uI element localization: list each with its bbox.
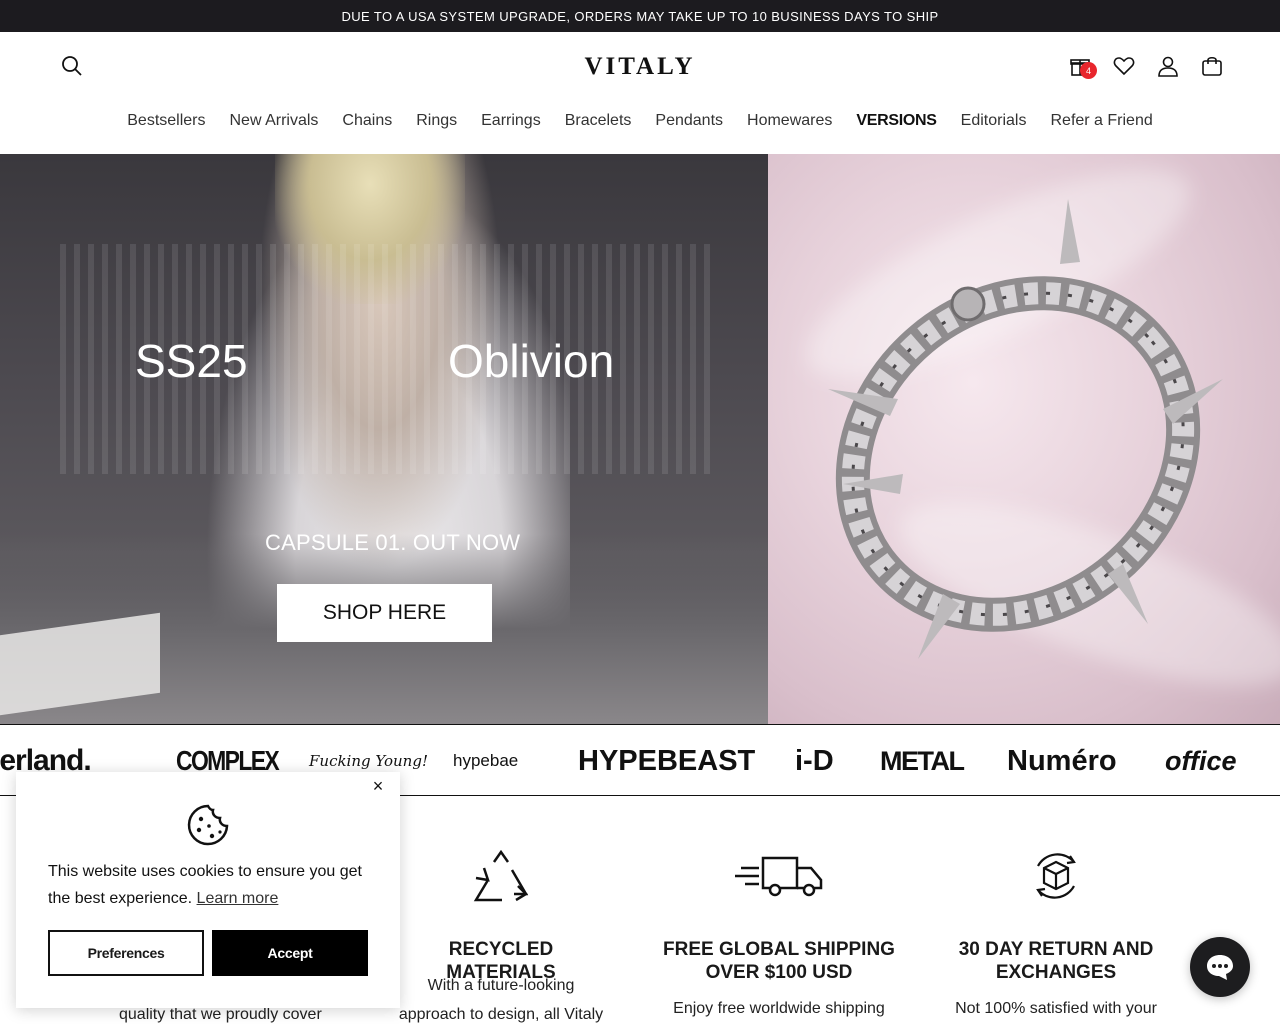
nav-item-homewares[interactable]: Homewares xyxy=(735,108,844,134)
hero-tagline: CAPSULE 01. OUT NOW xyxy=(265,530,521,555)
nav-item-bestsellers[interactable]: Bestsellers xyxy=(115,108,217,134)
nav-item-editorials[interactable]: Editorials xyxy=(949,108,1039,134)
hero-season: SS25 xyxy=(135,335,248,387)
press-logo-hypebae: hypebae xyxy=(453,751,519,770)
site-logo[interactable]: VITALY xyxy=(575,50,705,84)
box-return-icon xyxy=(1036,853,1076,899)
chat-icon xyxy=(1207,955,1233,980)
site-header: VITALY 4 Bestsellers New Arrivals Chains… xyxy=(0,32,1280,154)
account-icon[interactable] xyxy=(1155,53,1181,79)
feature-text: approach to design, all Vitaly xyxy=(398,1006,604,1023)
cart-icon[interactable] xyxy=(1199,53,1225,79)
feature-text: Not 100% satisfied with your xyxy=(955,1000,1157,1017)
feature-title: FREE GLOBAL SHIPPING OVER $100 USD xyxy=(663,939,895,983)
feature-text: With a future-looking xyxy=(427,977,575,994)
main-nav: Bestsellers New Arrivals Chains Rings Ea… xyxy=(0,108,1280,134)
hero-product-image[interactable] xyxy=(768,154,1280,724)
truck-icon xyxy=(735,856,823,897)
gift-count-badge: 4 xyxy=(1080,62,1097,79)
feature-title: 30 DAY RETURN AND EXCHANGES xyxy=(958,939,1154,983)
nav-item-new-arrivals[interactable]: New Arrivals xyxy=(218,108,331,134)
shop-here-button[interactable]: SHOP HERE xyxy=(277,584,492,642)
search-icon[interactable] xyxy=(59,53,85,79)
close-icon[interactable]: × xyxy=(368,776,388,796)
nav-item-refer-a-friend[interactable]: Refer a Friend xyxy=(1038,108,1164,134)
press-logo-metal: METAL xyxy=(880,746,965,776)
nav-item-earrings[interactable]: Earrings xyxy=(469,108,553,134)
hero-campaign-image[interactable]: SS25 Oblivion CAPSULE 01. OUT NOW SHOP H… xyxy=(0,154,768,724)
nav-item-rings[interactable]: Rings xyxy=(404,108,469,134)
hero-collection: Oblivion xyxy=(448,335,615,387)
accept-button[interactable]: Accept xyxy=(212,930,368,976)
hero-banner: SS25 Oblivion CAPSULE 01. OUT NOW SHOP H… xyxy=(0,154,1280,724)
cookie-message: This website uses cookies to ensure you … xyxy=(48,858,378,912)
feature-text: Enjoy free worldwide shipping xyxy=(673,1000,885,1017)
nav-item-versions[interactable]: VERSIONS xyxy=(844,108,948,134)
recycle-icon xyxy=(473,850,529,902)
preferences-button[interactable]: Preferences xyxy=(48,930,204,976)
learn-more-link[interactable]: Learn more xyxy=(197,890,279,907)
nav-item-bracelets[interactable]: Bracelets xyxy=(553,108,644,134)
announcement-text: DUE TO A USA SYSTEM UPGRADE, ORDERS MAY … xyxy=(341,8,939,24)
press-logo-numero: Numéro xyxy=(1007,745,1117,777)
nav-item-pendants[interactable]: Pendants xyxy=(643,108,735,134)
heart-icon[interactable] xyxy=(1111,53,1137,79)
chat-launcher-button[interactable] xyxy=(1190,937,1250,997)
announcement-bar: DUE TO A USA SYSTEM UPGRADE, ORDERS MAY … xyxy=(0,0,1280,32)
nav-item-chains[interactable]: Chains xyxy=(330,108,404,134)
cookie-banner: × This website uses cookies to ensure yo… xyxy=(16,772,400,1008)
press-logo-office: office xyxy=(1165,746,1237,776)
spiked-chain-icon xyxy=(828,199,1223,659)
press-logo-i-d: i-D xyxy=(795,745,834,777)
press-logo-hypebeast: HYPEBEAST xyxy=(578,745,756,777)
cookie-icon xyxy=(187,804,229,846)
